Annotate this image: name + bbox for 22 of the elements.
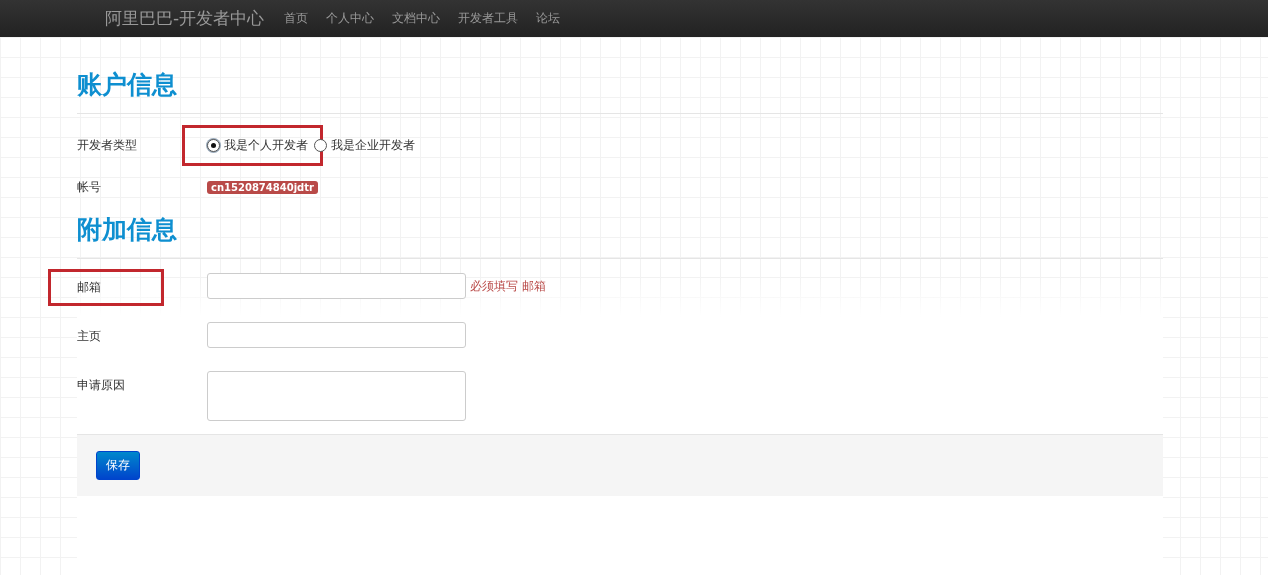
nav-link[interactable]: 论坛 bbox=[536, 10, 561, 27]
account-tag: cn1520874840jdtr bbox=[207, 180, 318, 194]
nav-link[interactable]: 首页 bbox=[284, 10, 309, 27]
field-label: 主页 bbox=[77, 328, 102, 345]
save-button[interactable]: 保存 bbox=[96, 451, 140, 480]
radio-option[interactable]: 我是个人开发者 bbox=[182, 124, 323, 166]
brand-link[interactable]: 阿里巴巴-开发者中心 bbox=[105, 7, 265, 30]
text-area[interactable] bbox=[207, 371, 466, 421]
field-label: 帐号 bbox=[77, 178, 102, 196]
error-message: 必须填写 邮箱 bbox=[470, 277, 546, 295]
nav-link[interactable]: 个人中心 bbox=[326, 10, 375, 27]
section-heading: 附加信息 bbox=[77, 214, 178, 246]
input-field[interactable] bbox=[207, 273, 466, 299]
nav-link[interactable]: 文档中心 bbox=[392, 10, 441, 27]
field-label: 邮箱 bbox=[48, 269, 164, 306]
radio-button[interactable] bbox=[207, 138, 220, 152]
radio-button[interactable] bbox=[314, 138, 327, 152]
field-label: 申请原因 bbox=[77, 377, 126, 394]
field-label: 开发者类型 bbox=[77, 136, 138, 154]
section-heading: 账户信息 bbox=[77, 69, 178, 101]
nav-link[interactable]: 开发者工具 bbox=[458, 10, 519, 27]
input-field[interactable] bbox=[207, 322, 466, 348]
